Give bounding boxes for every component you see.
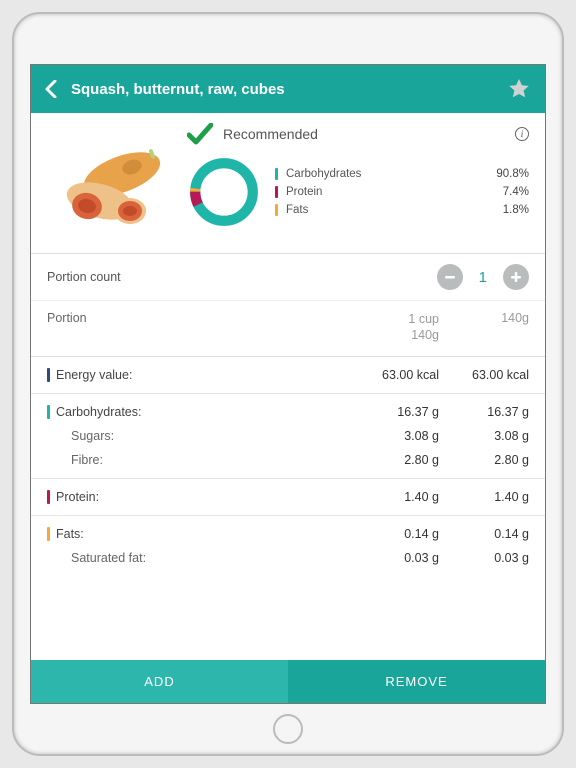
nutrition-table: Energy value: 63.00 kcal 63.00 kcal Carb… xyxy=(31,357,545,576)
table-row: Energy value: 63.00 kcal 63.00 kcal xyxy=(31,363,545,387)
legend-item: Protein 7.4% xyxy=(275,186,529,198)
plus-button[interactable] xyxy=(503,264,529,290)
add-button[interactable]: ADD xyxy=(31,660,288,703)
legend-color-icon xyxy=(275,186,278,198)
recommended-row: Recommended i xyxy=(187,123,529,155)
quantity-stepper: 1 xyxy=(437,264,529,290)
info-icon[interactable]: i xyxy=(515,127,529,141)
content: Recommended i xyxy=(31,113,545,703)
legend-item: Fats 1.8% xyxy=(275,204,529,216)
table-row: Fats: 0.14 g 0.14 g xyxy=(31,522,545,546)
favorite-icon[interactable] xyxy=(507,77,531,101)
footer-actions: ADD REMOVE xyxy=(31,660,545,703)
macro-ring-chart xyxy=(187,155,261,229)
portion-row[interactable]: Portion 1 cup 140g 140g xyxy=(31,301,545,357)
screen: Squash, butternut, raw, cubes xyxy=(30,64,546,704)
remove-button[interactable]: REMOVE xyxy=(288,660,545,703)
table-row: Sugars: 3.08 g 3.08 g xyxy=(31,424,545,448)
category-bar-icon xyxy=(47,368,50,382)
minus-button[interactable] xyxy=(437,264,463,290)
portion-label: Portion xyxy=(47,311,329,325)
macro-breakdown: Carbohydrates 90.8% Protein 7.4% Fats xyxy=(187,155,529,229)
check-icon xyxy=(187,123,213,145)
recommended-label: Recommended xyxy=(223,126,505,142)
home-button[interactable] xyxy=(273,714,303,744)
legend-color-icon xyxy=(275,204,278,216)
device-frame: Squash, butternut, raw, cubes xyxy=(12,12,564,756)
back-icon[interactable] xyxy=(45,80,57,98)
category-bar-icon xyxy=(47,405,50,419)
portion-total: 140g xyxy=(439,311,529,325)
food-image xyxy=(47,123,177,239)
table-row: Protein: 1.40 g 1.40 g xyxy=(31,485,545,509)
portion-count-label: Portion count xyxy=(47,270,437,284)
macro-legend: Carbohydrates 90.8% Protein 7.4% Fats xyxy=(275,168,529,216)
portion-count-value: 1 xyxy=(479,269,487,286)
category-bar-icon xyxy=(47,527,50,541)
header-bar: Squash, butternut, raw, cubes xyxy=(31,65,545,113)
summary-section: Recommended i xyxy=(31,113,545,254)
legend-color-icon xyxy=(275,168,278,180)
category-bar-icon xyxy=(47,490,50,504)
table-row: Fibre: 2.80 g 2.80 g xyxy=(31,448,545,472)
portion-count-row: Portion count 1 xyxy=(31,254,545,301)
legend-item: Carbohydrates 90.8% xyxy=(275,168,529,180)
portion-unit: 1 cup 140g xyxy=(329,311,439,344)
page-title: Squash, butternut, raw, cubes xyxy=(71,81,493,98)
table-row: Carbohydrates: 16.37 g 16.37 g xyxy=(31,400,545,424)
table-row: Saturated fat: 0.03 g 0.03 g xyxy=(31,546,545,570)
